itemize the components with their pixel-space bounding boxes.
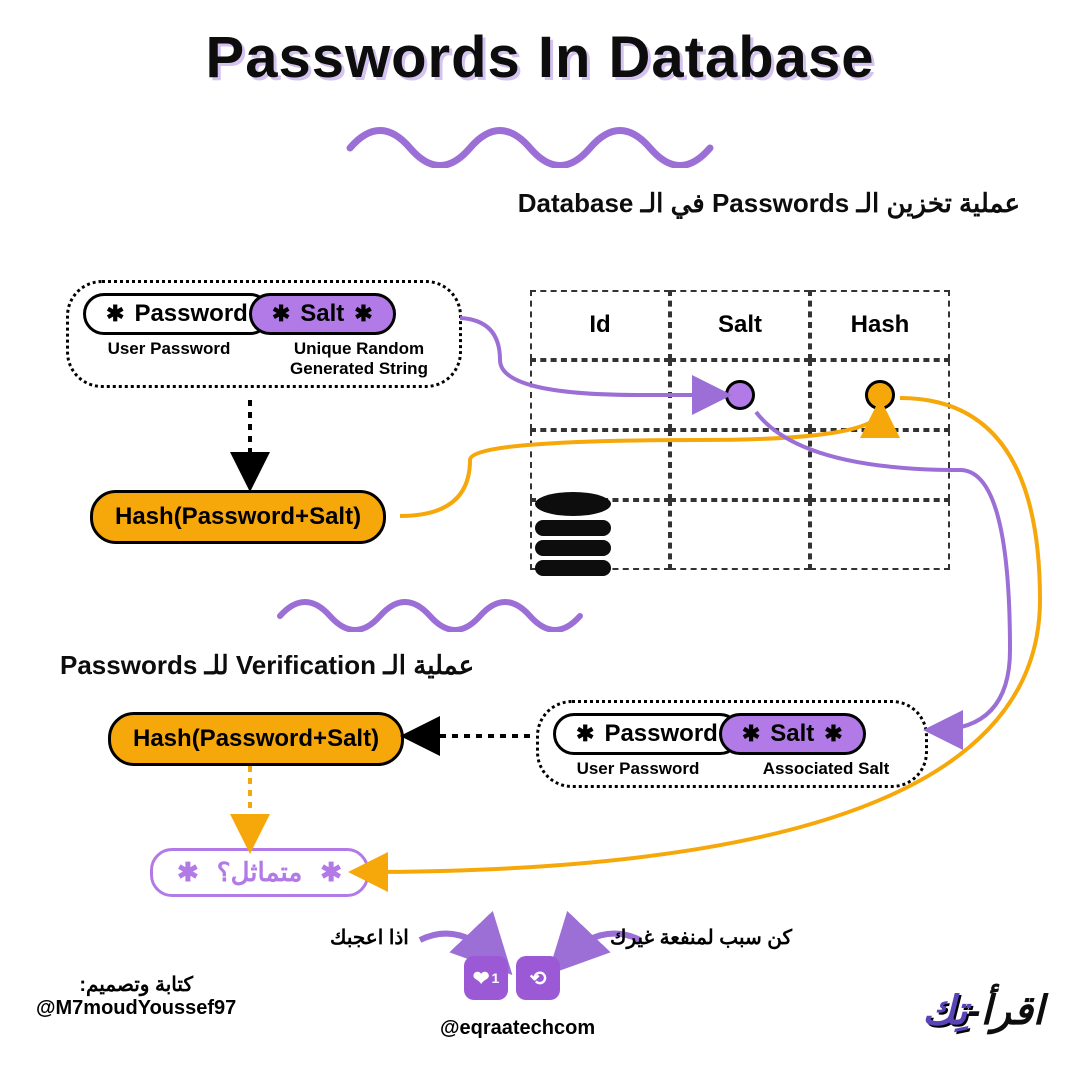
author-block: كتابة وتصميم: @M7moudYoussef97: [36, 972, 236, 1020]
password-pill-label: Password: [134, 300, 247, 328]
salt-dot-icon: [725, 380, 755, 410]
table-cell: [670, 500, 810, 570]
pill-sublabels-2: User PasswordAssociated Salt: [553, 759, 911, 779]
salt-pill-1: ✱Salt✱: [249, 293, 396, 335]
salt-pill-2: ✱Salt✱: [719, 713, 866, 755]
salt-pill-label: Salt: [300, 300, 344, 328]
password-pill-label-2: Password: [604, 720, 717, 748]
database-icon: [528, 490, 618, 585]
page-title: Passwords In Database: [0, 24, 1080, 91]
table-header-salt: Salt: [670, 290, 810, 360]
squiggle-top: [340, 108, 740, 168]
table-header-hash: Hash: [810, 290, 950, 360]
hash-dot-icon: [865, 380, 895, 410]
author-line1: كتابة وتصميم:: [36, 972, 236, 997]
section2-heading: عملية الـ Verification للـ Passwords: [60, 650, 474, 681]
table-cell: [670, 430, 810, 500]
password-salt-box-1: ✱Password ✱Salt✱ User PasswordUnique Ran…: [66, 280, 462, 388]
retweet-icon[interactable]: ⟲: [516, 956, 560, 1000]
footer-handle: @eqraatechcom: [440, 1017, 595, 1040]
pill-sublabels-1: User PasswordUnique Random Generated Str…: [83, 339, 445, 379]
hash-pill-1: Hash(Password+Salt): [90, 490, 386, 544]
author-line2: @M7moudYoussef97: [36, 997, 236, 1020]
like-icon[interactable]: ❤ 1: [464, 956, 508, 1000]
footer-right-note: كن سبب لمنفعة غيرك: [610, 925, 792, 950]
salt-pill-label-2: Salt: [770, 720, 814, 748]
brand-logo: اقرأ-تِك: [922, 988, 1044, 1034]
password-salt-box-2: ✱Password ✱Salt✱ User PasswordAssociated…: [536, 700, 928, 788]
squiggle-middle: [270, 582, 610, 632]
password-pill-1: ✱Password: [83, 293, 271, 335]
table-header-id: Id: [530, 290, 670, 360]
table-cell: [810, 430, 950, 500]
hash-pill-2: Hash(Password+Salt): [108, 712, 404, 766]
compare-pill: ✱متماثل؟✱: [150, 848, 369, 897]
table-cell: [530, 360, 670, 430]
social-icons: ❤ 1 ⟲: [464, 956, 560, 1000]
compare-label: متماثل؟: [217, 857, 302, 888]
password-pill-2: ✱Password: [553, 713, 741, 755]
footer-left-note: اذا اعجبك: [330, 925, 409, 950]
table-cell-salt: [670, 360, 810, 430]
section1-heading: عملية تخزين الـ Passwords في الـ Databas…: [518, 188, 1020, 219]
table-cell: [810, 500, 950, 570]
table-cell-hash: [810, 360, 950, 430]
